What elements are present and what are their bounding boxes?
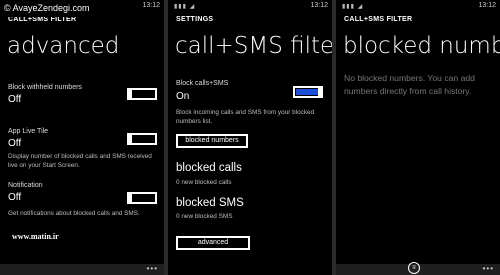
app-bar: ≡ ••• (336, 262, 500, 275)
live-tile-description: Display number of blocked calls and SMS … (8, 153, 152, 169)
live-tile-value: Off (8, 138, 22, 149)
notification-toggle[interactable] (127, 192, 157, 204)
advanced-button[interactable]: advanced (176, 236, 250, 250)
app-title: CALL+SMS FILTER (344, 16, 413, 23)
block-value: On (176, 91, 190, 102)
watermark-top: © AvayeZendegi.com (0, 0, 112, 17)
withheld-label: Block withheld numbers (8, 84, 82, 91)
blocked-calls-title[interactable]: blocked calls (176, 162, 242, 174)
toggle-fill (296, 89, 320, 95)
blocked-numbers-screen: ▮▮▮ ◢ 13:12 CALL+SMS FILTER blocked numb… (336, 0, 500, 275)
app-bar: ••• (0, 264, 164, 275)
notification-value: Off (8, 192, 22, 203)
withheld-value: Off (8, 94, 22, 105)
app-title: CALL+SMS FILTER (8, 16, 77, 23)
list-icon[interactable]: ≡ (408, 262, 420, 274)
empty-state-text: No blocked numbers. You can add numbers … (344, 73, 475, 96)
status-time: 13:12 (310, 2, 328, 9)
block-toggle[interactable] (293, 86, 323, 98)
page-title: blocked numbers (343, 33, 500, 59)
status-time: 13:12 (142, 2, 160, 9)
toggle-knob (318, 86, 323, 98)
notification-description: Get notifications about blocked calls an… (8, 210, 140, 217)
status-icons: ▮▮▮ ◢ (342, 4, 364, 10)
app-title: SETTINGS (176, 16, 214, 23)
toggle-knob (127, 133, 132, 145)
blocked-sms-count: 0 new blocked SMS (176, 213, 233, 220)
live-tile-toggle[interactable] (127, 133, 157, 145)
toggle-knob (127, 192, 132, 204)
page-title: call+SMS filter (175, 33, 332, 59)
block-label: Block calls+SMS (176, 80, 229, 87)
withheld-toggle[interactable] (127, 88, 157, 100)
block-description: Block incoming calls and SMS from your b… (176, 109, 315, 125)
blocked-calls-count: 0 new blocked calls (176, 179, 232, 186)
page-title: advanced (7, 33, 120, 59)
status-icons: ▮▮▮ ◢ (174, 4, 196, 10)
toggle-knob (127, 88, 132, 100)
more-menu-button[interactable]: ••• (147, 264, 158, 273)
notification-label: Notification (8, 182, 43, 189)
live-tile-label: App Live Tile (8, 128, 49, 135)
more-menu-button[interactable]: ••• (483, 264, 494, 273)
settings-screen: ▮▮▮ ◢ 13:12 SETTINGS call+SMS filter Blo… (168, 0, 332, 275)
watermark-bottom: www.matin.ir (12, 232, 59, 241)
blocked-numbers-button[interactable]: blocked numbers (176, 134, 248, 148)
blocked-sms-title[interactable]: blocked SMS (176, 197, 244, 209)
status-time: 13:12 (478, 2, 496, 9)
